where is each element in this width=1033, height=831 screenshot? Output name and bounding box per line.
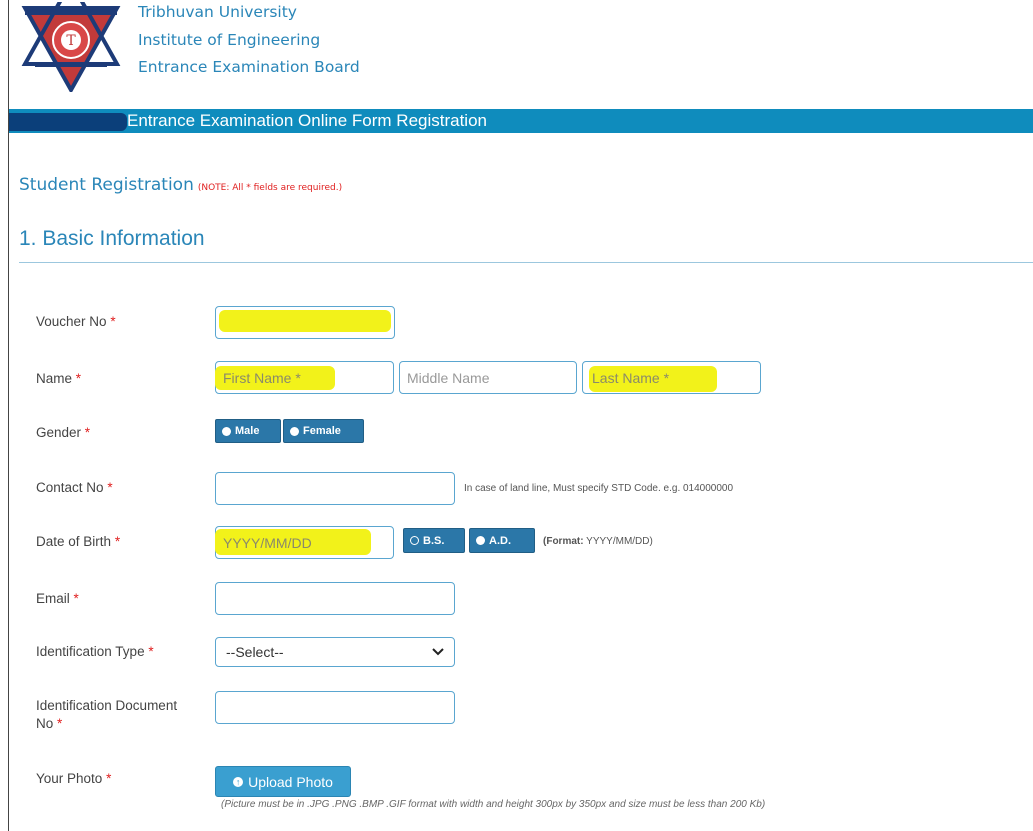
board-name: Entrance Examination Board <box>138 58 360 76</box>
contact-hint: In case of land line, Must specify STD C… <box>464 483 734 494</box>
university-name: Tribhuvan University <box>138 3 297 21</box>
radio-icon <box>222 426 231 436</box>
gender-female-button[interactable]: Female <box>283 419 364 443</box>
voucher-label: Voucher No * <box>36 314 116 329</box>
email-input[interactable] <box>215 582 455 615</box>
gender-label: Gender * <box>36 425 91 440</box>
dob-ad-button[interactable]: A.D. <box>469 528 535 553</box>
page-title: Student Registration (NOTE: All * fields … <box>19 175 342 195</box>
id-type-selected: --Select-- <box>226 644 284 660</box>
id-type-select[interactable]: --Select-- <box>215 637 455 667</box>
svg-text:T: T <box>66 33 76 49</box>
first-name-placeholder: First Name * <box>223 370 301 386</box>
radio-icon <box>476 536 485 545</box>
middle-name-input[interactable]: Middle Name <box>399 361 577 394</box>
banner-title: Entrance Examination Online Form Registr… <box>127 111 487 130</box>
university-logo-icon: T <box>21 2 121 92</box>
dob-bs-button[interactable]: B.S. <box>403 528 465 553</box>
contact-input[interactable] <box>215 472 455 505</box>
radio-icon <box>410 536 419 545</box>
upload-icon: ↑ <box>233 776 244 787</box>
dob-format-hint: (Format: YYYY/MM/DD) <box>543 536 653 547</box>
required-note: (NOTE: All * fields are required.) <box>197 183 343 193</box>
page-title-text: Student Registration <box>19 175 194 195</box>
redacted-area <box>9 113 127 131</box>
gender-male-button[interactable]: Male <box>215 419 281 443</box>
highlight-mark <box>219 310 391 332</box>
email-label: Email * <box>36 591 79 606</box>
photo-requirements-note: (Picture must be in .JPG .PNG .BMP .GIF … <box>221 799 766 810</box>
institute-name: Institute of Engineering <box>138 31 321 49</box>
page-frame: T Tribhuvan University Institute of Engi… <box>8 0 1033 831</box>
upload-photo-button[interactable]: ↑ Upload Photo <box>215 766 351 797</box>
id-type-label: Identification Type * <box>36 644 154 659</box>
dob-placeholder: YYYY/MM/DD <box>223 535 312 551</box>
photo-label: Your Photo * <box>36 771 112 786</box>
id-doc-input[interactable] <box>215 691 455 724</box>
chevron-down-icon <box>432 648 444 656</box>
section-divider <box>19 262 1033 263</box>
last-name-placeholder: Last Name * <box>592 370 670 386</box>
radio-icon <box>290 426 299 436</box>
contact-label: Contact No * <box>36 480 113 495</box>
section-title: 1. Basic Information <box>19 227 205 250</box>
dob-label: Date of Birth * <box>36 534 121 549</box>
id-doc-label: Identification Document No * <box>36 698 178 731</box>
name-label: Name * <box>36 371 82 386</box>
